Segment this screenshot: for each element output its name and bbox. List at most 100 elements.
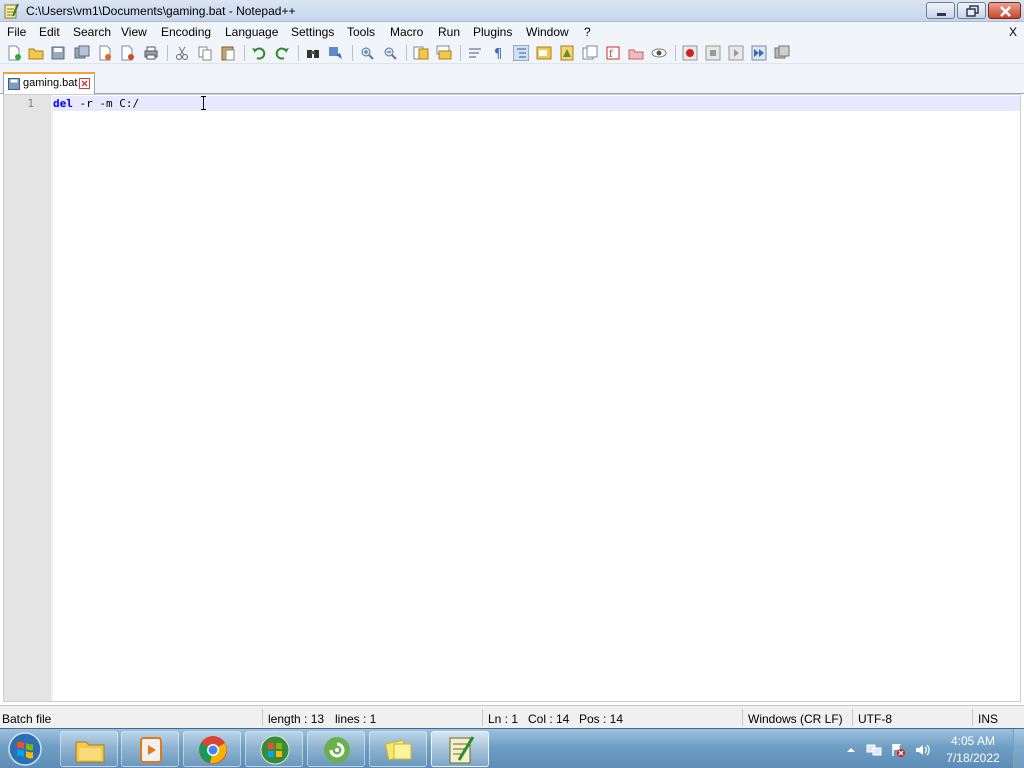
- close-file-icon[interactable]: [97, 45, 113, 61]
- cut-icon[interactable]: [174, 45, 190, 61]
- save-icon[interactable]: [50, 45, 66, 61]
- monitoring-icon[interactable]: [651, 45, 667, 61]
- line-number: 1: [27, 97, 34, 110]
- document-map-icon[interactable]: [559, 45, 575, 61]
- redo-icon[interactable]: [274, 45, 290, 61]
- code-line[interactable]: del -r -m C:/: [53, 96, 139, 111]
- tab-label: gaming.bat: [23, 77, 78, 89]
- new-file-icon[interactable]: [6, 45, 22, 61]
- menu-search[interactable]: Search: [73, 25, 111, 39]
- replace-icon[interactable]: [328, 45, 344, 61]
- menu-bar: File Edit Search View Encoding Language …: [0, 22, 1024, 42]
- record-macro-icon[interactable]: [682, 45, 698, 61]
- status-language: Batch file: [2, 712, 52, 726]
- editor-area[interactable]: 1 del -r -m C:/: [3, 94, 1021, 702]
- status-lines: lines : 1: [335, 712, 377, 726]
- folder-as-workspace-icon[interactable]: [628, 45, 644, 61]
- save-all-icon[interactable]: [74, 45, 90, 61]
- taskbar-start-menu-app[interactable]: [245, 731, 303, 767]
- keyword-token: del: [53, 97, 73, 110]
- toolbar-separator: [244, 45, 245, 61]
- menu-view[interactable]: View: [121, 25, 147, 39]
- taskbar-file-explorer[interactable]: [60, 731, 118, 767]
- text-cursor-icon: [201, 96, 206, 110]
- menu-window[interactable]: Window: [526, 25, 569, 39]
- play-macro-icon[interactable]: [728, 45, 744, 61]
- menu-language[interactable]: Language: [225, 25, 278, 39]
- current-line-highlight: [53, 96, 1020, 111]
- find-icon[interactable]: [305, 45, 321, 61]
- menu-run[interactable]: Run: [438, 25, 460, 39]
- status-divider: [262, 709, 263, 726]
- restore-button[interactable]: [957, 2, 986, 19]
- clock-time[interactable]: 4:05 AM: [940, 734, 1006, 748]
- window-title: C:\Users\vm1\Documents\gaming.bat - Note…: [26, 4, 296, 18]
- status-insert-mode: INS: [978, 712, 999, 726]
- copy-icon[interactable]: [197, 45, 213, 61]
- show-hidden-icons-icon[interactable]: [843, 742, 859, 758]
- taskbar: 4:05 AM 7/18/2022: [0, 728, 1024, 768]
- close-window-button[interactable]: [988, 2, 1021, 19]
- media-player-icon: [140, 737, 162, 763]
- menu-encoding[interactable]: Encoding: [161, 25, 211, 39]
- menu-help[interactable]: ?: [584, 25, 591, 39]
- paste-icon[interactable]: [220, 45, 236, 61]
- fold-margin: [51, 95, 53, 701]
- word-wrap-icon[interactable]: [467, 45, 483, 61]
- menu-tools[interactable]: Tools: [347, 25, 375, 39]
- menu-file[interactable]: File: [7, 25, 26, 39]
- tab-gaming-bat[interactable]: gaming.bat: [3, 72, 95, 94]
- taskbar-media-player[interactable]: [121, 731, 179, 767]
- zoom-in-icon[interactable]: [359, 45, 375, 61]
- menu-macro[interactable]: Macro: [390, 25, 423, 39]
- minimize-icon: [937, 13, 946, 16]
- tab-close-icon[interactable]: [79, 78, 90, 89]
- user-defined-language-icon[interactable]: [536, 45, 552, 61]
- zoom-out-icon[interactable]: [382, 45, 398, 61]
- clock-date[interactable]: 7/18/2022: [940, 751, 1006, 765]
- sync-vertical-icon[interactable]: [413, 45, 429, 61]
- taskbar-notepad-plus-plus[interactable]: [431, 731, 489, 767]
- action-center-icon[interactable]: [890, 742, 906, 758]
- undo-icon[interactable]: [251, 45, 267, 61]
- chrome-icon: [199, 736, 227, 764]
- menu-edit[interactable]: Edit: [39, 25, 60, 39]
- toolbar-separator: [298, 45, 299, 61]
- status-line-number: Ln : 1: [488, 712, 519, 726]
- line-number-gutter: 1: [4, 95, 51, 701]
- show-all-characters-icon[interactable]: ¶: [490, 45, 506, 61]
- minimize-button[interactable]: [926, 2, 955, 19]
- status-divider: [742, 709, 743, 726]
- taskbar-cortana-app[interactable]: [307, 731, 365, 767]
- taskbar-sticky-notes[interactable]: [369, 731, 427, 767]
- menu-settings[interactable]: Settings: [291, 25, 334, 39]
- toolbar-separator: [460, 45, 461, 61]
- status-divider: [852, 709, 853, 726]
- volume-icon[interactable]: [914, 742, 930, 758]
- notepad-app-icon: [4, 3, 19, 19]
- stop-macro-icon[interactable]: [705, 45, 721, 61]
- save-macro-icon[interactable]: [774, 45, 790, 61]
- menu-plugins[interactable]: Plugins: [473, 25, 512, 39]
- document-list-icon[interactable]: [582, 45, 598, 61]
- function-list-icon[interactable]: f: [605, 45, 621, 61]
- status-divider: [972, 709, 973, 726]
- start-button-icon[interactable]: [6, 731, 44, 767]
- indent-guide-icon[interactable]: [513, 45, 529, 61]
- title-bar[interactable]: C:\Users\vm1\Documents\gaming.bat - Note…: [0, 0, 1024, 22]
- open-file-icon[interactable]: [28, 45, 44, 61]
- close-icon: [1000, 6, 1011, 17]
- run-macro-multiple-icon[interactable]: [751, 45, 767, 61]
- sync-horizontal-icon[interactable]: [436, 45, 452, 61]
- close-all-icon[interactable]: [120, 45, 136, 61]
- show-desktop-button[interactable]: [1013, 729, 1024, 768]
- toolbar: ¶ f: [0, 42, 1024, 64]
- status-encoding: UTF-8: [858, 712, 892, 726]
- close-document-button[interactable]: X: [1009, 25, 1017, 39]
- toolbar-separator: [406, 45, 407, 61]
- print-icon[interactable]: [143, 45, 159, 61]
- saved-file-icon: [8, 78, 20, 90]
- taskbar-chrome[interactable]: [183, 731, 241, 767]
- network-icon[interactable]: [866, 742, 882, 758]
- windows-logo-icon: [260, 735, 290, 765]
